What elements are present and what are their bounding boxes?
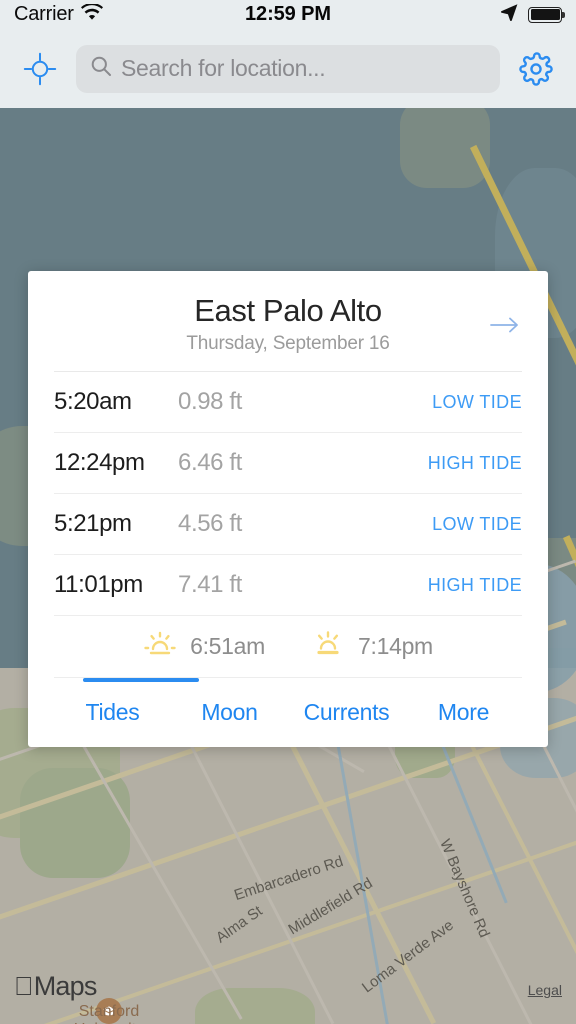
search-input[interactable]: Search for location... [76,44,500,93]
crosshair-locate-icon[interactable] [16,45,64,93]
sunset-time: 7:14pm [358,633,433,659]
tide-height: 0.98 ft [178,388,242,415]
tab-more[interactable]: More [405,699,522,726]
maps-wordmark: Maps [15,971,98,1001]
poi-label-stanford-university: Stanford University [74,1003,144,1024]
tide-time: 12:24pm [54,449,145,476]
table-row: 5:21pm 4.56 ft LOW TIDE [54,494,522,555]
status-badge: HIGH TIDE [427,452,522,473]
tide-height: 7.41 ft [178,571,242,598]
card-date: Thursday, September 16 [186,333,390,354]
card-header: East Palo Alto Thursday, September 16 [54,271,522,372]
apple-maps-attribution: Maps [14,971,97,1002]
table-row: 12:24pm 6.46 ft HIGH TIDE [54,433,522,494]
sunset-group: 7:14pm [311,629,433,664]
sun-times-row: 6:51am 7:14pm [54,616,522,678]
sunrise-group: 6:51am [143,629,265,664]
tide-height: 6.46 ft [178,449,242,476]
search-placeholder: Search for location... [121,55,326,81]
tab-tides[interactable]: Tides [54,699,171,726]
card-tab-bar: Tides Moon Currents More [54,678,522,747]
status-bar-right [500,3,565,27]
table-row: 11:01pm 7.41 ft HIGH TIDE [54,555,522,616]
tide-time: 5:21pm [54,510,132,537]
status-bar: Carrier 12:59 PM [0,0,576,29]
search-toolbar: Search for location... [0,29,576,108]
apple-logo-icon:  [14,971,33,1002]
battery-full-icon [528,6,565,23]
status-badge: LOW TIDE [432,513,522,534]
tide-list: 5:20am 0.98 ft LOW TIDE 12:24pm 6.46 ft … [54,372,522,616]
location-arrow-icon [500,3,519,27]
legal-link[interactable]: Legal [528,982,562,998]
tide-time: 5:20am [54,388,132,415]
tide-height: 4.56 ft [178,510,242,537]
page-title: East Palo Alto [194,293,382,328]
status-badge: HIGH TIDE [427,574,522,595]
gear-icon[interactable] [512,45,560,93]
tab-moon[interactable]: Moon [171,699,288,726]
status-badge: LOW TIDE [432,391,522,412]
tide-info-card: East Palo Alto Thursday, September 16 5:… [28,271,548,747]
search-icon [90,55,112,82]
sunset-icon [311,629,345,664]
arrow-right-icon[interactable] [488,313,522,337]
active-tab-indicator [83,678,199,682]
sunrise-icon [143,629,177,664]
app-root: Embarcadero Rd Middlefield Rd Alma St W … [0,0,576,1024]
tide-time: 11:01pm [54,571,143,598]
table-row: 5:20am 0.98 ft LOW TIDE [54,372,522,433]
tab-currents[interactable]: Currents [288,699,405,726]
sunrise-time: 6:51am [190,633,265,659]
status-bar-time: 12:59 PM [245,3,331,25]
